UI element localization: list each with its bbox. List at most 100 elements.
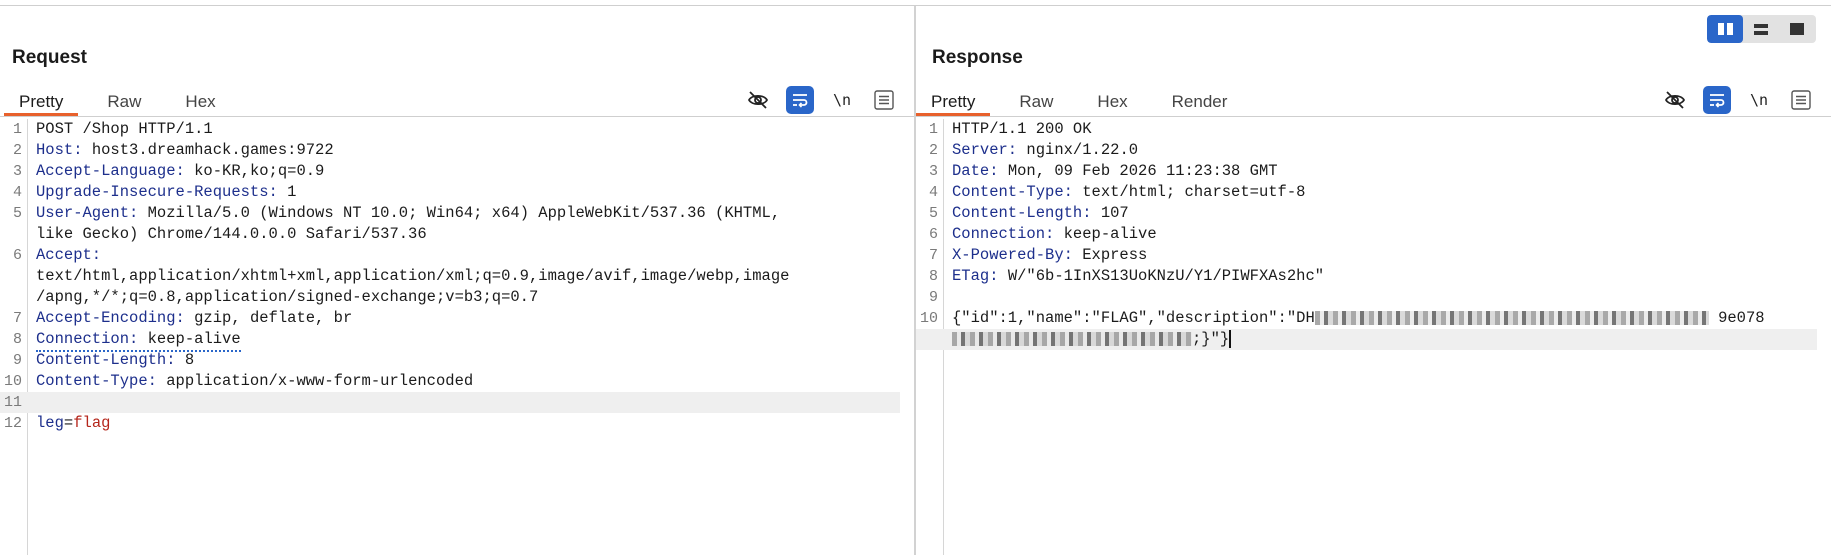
line-number: 4 (12, 184, 22, 201)
eye-slash-icon (1664, 91, 1686, 109)
code-line: 1 POST /Shop HTTP/1.1 (0, 119, 900, 140)
body-text: ;}"} (1192, 330, 1230, 348)
wrap-lines-button[interactable] (1703, 86, 1731, 114)
response-body: {"id":1,"name":"FLAG","description":"DH … (952, 308, 1765, 329)
request-line: POST /Shop HTTP/1.1 (36, 120, 213, 138)
header-key: Accept-Encoding: (36, 309, 185, 327)
line-number: 10 (3, 373, 22, 390)
eye-slash-icon (747, 91, 769, 109)
code-line: 6 Connection: keep-alive (916, 224, 1817, 245)
header-key: Content-Type: (952, 183, 1073, 201)
request-tabs: Pretty Raw Hex (4, 86, 245, 117)
code-line: 4 Content-Type: text/html; charset=utf-8 (916, 182, 1817, 203)
header-value: W/"6b-1InXS13UoKNzU/Y1/PIWFXAs2hc" (998, 267, 1325, 285)
line-number: 5 (928, 205, 938, 222)
header-line: Upgrade-Insecure-Requests: 1 (36, 182, 296, 203)
code-line-wrapped: like Gecko) Chrome/144.0.0.0 Safari/537.… (0, 224, 900, 245)
tab-separator (916, 116, 1831, 117)
header-line: X-Powered-By: Express (952, 245, 1147, 266)
header-key: Connection: (952, 225, 1055, 243)
line-number: 3 (928, 163, 938, 180)
menu-button[interactable] (870, 86, 898, 114)
response-panel: Response Pretty Raw Hex Render \n 1 HTTP… (916, 6, 1831, 555)
panel-title: Request (12, 47, 87, 68)
line-number: 6 (12, 247, 22, 264)
code-line-current: 11 (0, 392, 900, 413)
header-key: X-Powered-By: (952, 246, 1073, 264)
wrap-lines-button[interactable] (786, 86, 814, 114)
header-line: Date: Mon, 09 Feb 2026 11:23:38 GMT (952, 161, 1278, 182)
code-line: 12 leg=flag (0, 413, 900, 434)
line-number: 2 (12, 142, 22, 159)
header-line: Content-Length: 8 (36, 350, 194, 371)
header-value: Mozilla/5.0 (Windows NT 10.0; Win64; x64… (138, 204, 781, 222)
tab-raw[interactable]: Raw (92, 86, 156, 116)
line-number: 1 (928, 121, 938, 138)
header-value-continuation: like Gecko) Chrome/144.0.0.0 Safari/537.… (36, 225, 427, 243)
tab-hex[interactable]: Hex (1082, 86, 1142, 116)
tab-render[interactable]: Render (1157, 86, 1243, 116)
line-number: 9 (928, 289, 938, 306)
tab-hex[interactable]: Hex (170, 86, 230, 116)
code-line-wrapped: text/html,application/xhtml+xml,applicat… (0, 266, 900, 287)
line-number: 8 (928, 268, 938, 285)
header-line: Host: host3.dreamhack.games:9722 (36, 140, 334, 161)
code-line: 5 User-Agent: Mozilla/5.0 (Windows NT 10… (0, 203, 900, 224)
redacted-region (952, 331, 1192, 346)
header-line: Content-Length: 107 (952, 203, 1129, 224)
tab-raw[interactable]: Raw (1004, 86, 1068, 116)
line-number: 1 (12, 121, 22, 138)
header-value: keep-alive (1054, 225, 1157, 243)
text-caret (1229, 329, 1231, 348)
code-line: 8 ETag: W/"6b-1InXS13UoKNzU/Y1/PIWFXAs2h… (916, 266, 1817, 287)
response-editor[interactable]: 1 HTTP/1.1 200 OK 2 Server: nginx/1.22.0… (916, 119, 1831, 555)
header-value: gzip, deflate, br (184, 309, 353, 327)
code-line: 9 (916, 287, 1817, 308)
line-number: 7 (928, 247, 938, 264)
hide-nonprintable-button[interactable] (744, 86, 772, 114)
header-key: Date: (952, 162, 999, 180)
hide-nonprintable-button[interactable] (1661, 86, 1689, 114)
line-number: 9 (12, 352, 22, 369)
header-key: Accept: (36, 246, 102, 264)
header-value: host3.dreamhack.games:9722 (82, 141, 334, 159)
menu-icon (874, 90, 894, 110)
tab-pretty[interactable]: Pretty (916, 86, 991, 116)
header-value: ko-KR,ko;q=0.9 (184, 162, 325, 180)
header-line-flagged[interactable]: Connection: keep-alive (36, 329, 241, 352)
body-text: {"id":1,"name":"FLAG","description":"DH (952, 309, 1315, 327)
line-number: 11 (3, 394, 22, 411)
header-key: Content-Length: (36, 351, 176, 369)
header-key: Host: (36, 141, 83, 159)
header-value: application/x-www-form-urlencoded (156, 372, 474, 390)
header-key: Upgrade-Insecure-Requests: (36, 183, 278, 201)
header-value-continuation: text/html,application/xhtml+xml,applicat… (36, 267, 790, 285)
line-number: 8 (12, 331, 22, 348)
body-text: 9e078 (1718, 309, 1765, 327)
param-value: flag (73, 414, 111, 432)
code-line: 6 Accept: (0, 245, 900, 266)
redacted-region (1314, 310, 1709, 325)
line-number: 3 (12, 163, 22, 180)
tab-pretty[interactable]: Pretty (4, 86, 79, 116)
line-number: 6 (928, 226, 938, 243)
code-line: 10 Content-Type: application/x-www-form-… (0, 371, 900, 392)
header-key: Accept-Language: (36, 162, 185, 180)
header-line: User-Agent: Mozilla/5.0 (Windows NT 10.0… (36, 203, 780, 224)
param-equals: = (63, 414, 74, 432)
header-line: Content-Type: application/x-www-form-url… (36, 371, 473, 392)
newline-toggle-button[interactable]: \n (1745, 86, 1773, 114)
header-line: Server: nginx/1.22.0 (952, 140, 1138, 161)
header-value: nginx/1.22.0 (1017, 141, 1139, 159)
newline-toggle-button[interactable]: \n (828, 86, 856, 114)
line-number: 2 (928, 142, 938, 159)
line-number: 4 (928, 184, 938, 201)
code-line: 2 Server: nginx/1.22.0 (916, 140, 1817, 161)
request-editor[interactable]: 1 POST /Shop HTTP/1.1 2 Host: host3.drea… (0, 119, 914, 555)
line-number: 10 (919, 310, 938, 327)
menu-button[interactable] (1787, 86, 1815, 114)
code-line-current: ;}"} (916, 329, 1817, 350)
header-key: Content-Length: (952, 204, 1092, 222)
code-line: 2 Host: host3.dreamhack.games:9722 (0, 140, 900, 161)
header-line: Accept-Language: ko-KR,ko;q=0.9 (36, 161, 324, 182)
